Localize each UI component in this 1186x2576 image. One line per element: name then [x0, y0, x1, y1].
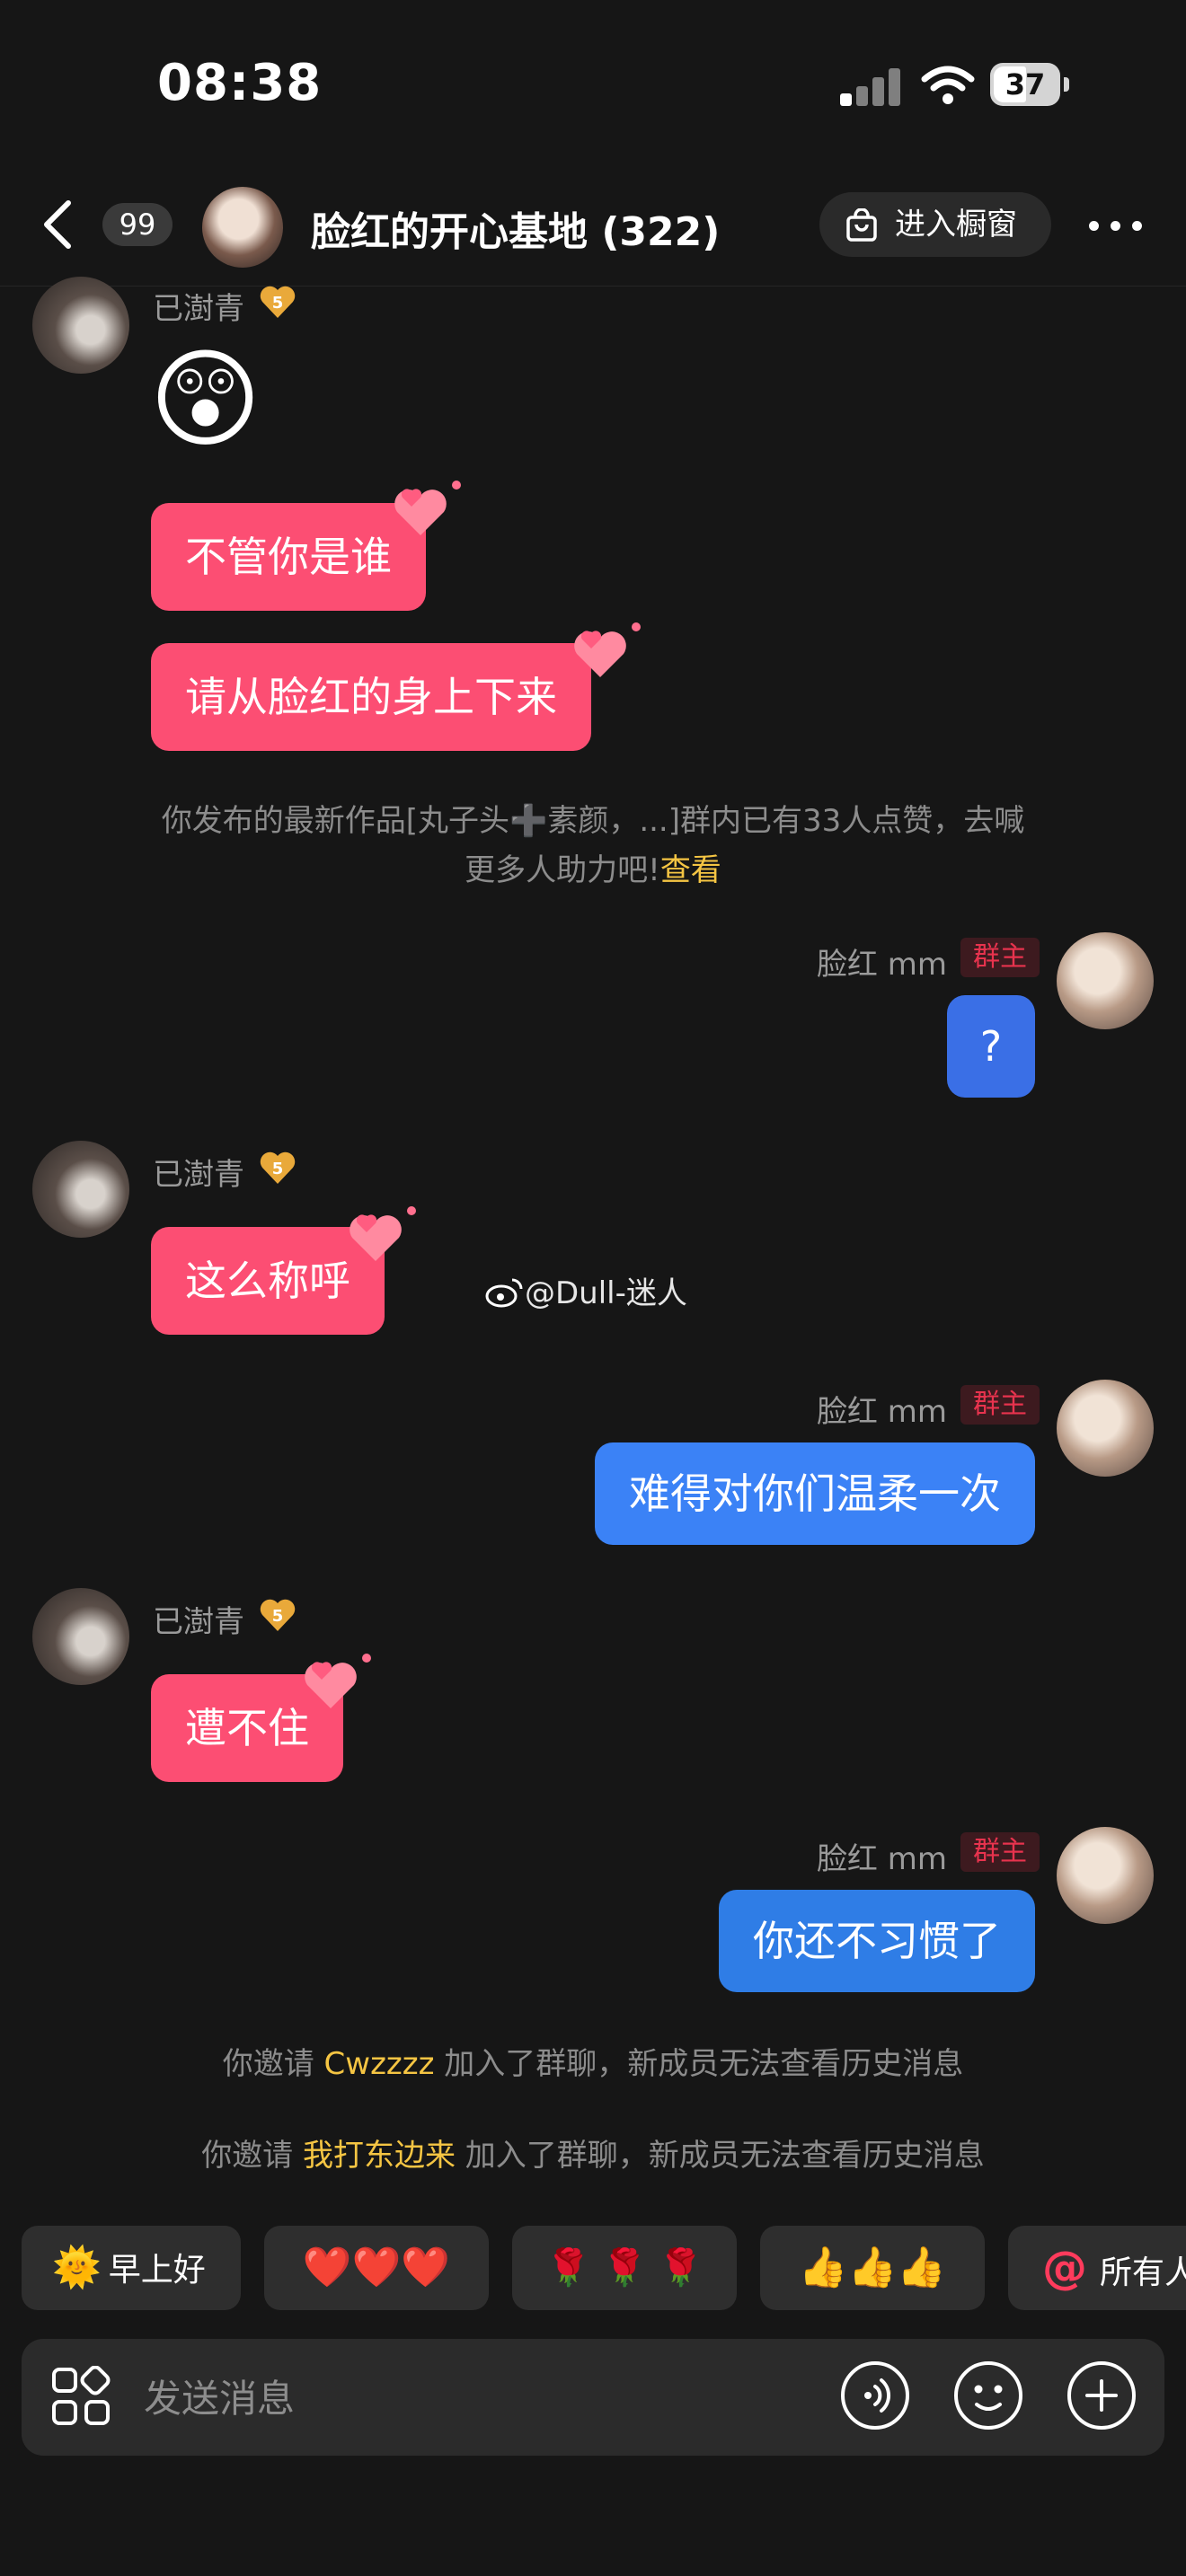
- shop-button-label: 进入橱窗: [895, 207, 1017, 243]
- sender-name: 已澍青: [153, 1604, 244, 1640]
- level-number: 5: [272, 1160, 284, 1178]
- system-notice: 你发布的最新作品[丸子头➕素颜，...]群内已有33人点赞，去喊 更多人助力吧!…: [0, 796, 1186, 889]
- message-input[interactable]: [142, 2368, 810, 2429]
- owner-tag: 群主: [960, 938, 1040, 977]
- heart-reaction-icon: [394, 481, 461, 535]
- level-heart-icon: 5: [259, 1150, 296, 1186]
- owner-avatar[interactable]: [1057, 932, 1154, 1029]
- level-number: 5: [272, 1607, 284, 1626]
- message-bubble[interactable]: 请从脸红的身上下来: [151, 643, 591, 751]
- quick-reply-mention-all[interactable]: @ 所有人: [1008, 2226, 1186, 2310]
- quick-reply-label: 早上好: [108, 2252, 206, 2289]
- sender-name: 已澍青: [153, 1157, 244, 1193]
- weibo-watermark: @Dull-迷人: [485, 1268, 687, 1312]
- heart-reaction-icon: [574, 622, 641, 677]
- status-time: 08:38: [157, 54, 323, 112]
- sender-avatar[interactable]: [32, 1588, 129, 1685]
- system-notice-line: 更多人助力吧!: [465, 852, 660, 888]
- back-icon[interactable]: [36, 198, 81, 251]
- system-notice-text: 你邀请: [222, 2046, 324, 2082]
- quick-reply-hearts[interactable]: ❤️❤️❤️: [264, 2226, 489, 2310]
- sun-icon: 🌞: [52, 2245, 102, 2290]
- view-link[interactable]: 查看: [660, 852, 721, 888]
- message-bubble[interactable]: 难得对你们温柔一次: [595, 1442, 1035, 1545]
- message-bubble[interactable]: ?: [947, 995, 1035, 1098]
- sender-name: 脸红 mm: [816, 1841, 947, 1877]
- system-notice-text: 你邀请: [201, 2138, 303, 2174]
- heart-reaction-icon: [350, 1206, 416, 1261]
- emoji-message[interactable]: 😲: [149, 338, 261, 463]
- sender-name: 已澍青: [153, 291, 244, 327]
- bag-icon: [846, 208, 877, 242]
- quick-reply-good-morning[interactable]: 🌞 早上好: [22, 2226, 241, 2310]
- invited-user-link[interactable]: Cwzzzz: [324, 2046, 435, 2082]
- voice-icon[interactable]: [839, 2360, 911, 2431]
- weibo-icon: [485, 1278, 523, 1308]
- level-heart-icon: 5: [259, 1597, 296, 1633]
- group-avatar[interactable]: [202, 187, 283, 268]
- system-notice-text: 加入了群聊，新成员无法查看历史消息: [456, 2138, 985, 2174]
- owner-tag: 群主: [960, 1385, 1040, 1425]
- battery-icon: 37: [990, 63, 1071, 108]
- level-number: 5: [272, 294, 284, 313]
- message-bubble[interactable]: 你还不习惯了: [719, 1890, 1035, 1992]
- emoji-icon[interactable]: [952, 2360, 1024, 2431]
- sender-name: 脸红 mm: [816, 1394, 947, 1430]
- apps-icon[interactable]: [50, 2366, 111, 2427]
- cellular-signal-icon: [840, 65, 903, 106]
- quick-reply-label: 所有人: [1100, 2254, 1186, 2291]
- plus-icon[interactable]: [1066, 2360, 1137, 2431]
- system-notice: 你邀请 Cwzzzz 加入了群聊，新成员无法查看历史消息: [0, 2039, 1186, 2083]
- system-notice-text: 加入了群聊，新成员无法查看历史消息: [434, 2046, 964, 2082]
- sender-avatar[interactable]: [32, 1141, 129, 1238]
- sender-avatar[interactable]: [32, 277, 129, 374]
- system-notice: 你邀请 我打东边来 加入了群聊，新成员无法查看历史消息: [0, 2130, 1186, 2175]
- owner-avatar[interactable]: [1057, 1380, 1154, 1477]
- wifi-icon: [921, 66, 975, 104]
- watermark-text: @Dull-迷人: [525, 1275, 687, 1311]
- quick-reply-roses[interactable]: 🌹 🌹 🌹: [512, 2226, 737, 2310]
- unread-count-badge[interactable]: 99: [102, 203, 173, 246]
- heart-reaction-icon: [305, 1654, 371, 1708]
- group-title[interactable]: 脸红的开心基地 (322): [311, 199, 720, 257]
- sender-name: 脸红 mm: [816, 947, 947, 983]
- owner-avatar[interactable]: [1057, 1827, 1154, 1924]
- enter-shop-button[interactable]: 进入橱窗: [819, 192, 1051, 257]
- owner-tag: 群主: [960, 1832, 1040, 1872]
- level-heart-icon: 5: [259, 284, 296, 320]
- quick-reply-thumbs-up[interactable]: 👍👍👍: [760, 2226, 985, 2310]
- system-notice-line: 你发布的最新作品[丸子头➕素颜，...]群内已有33人点赞，去喊: [161, 803, 1025, 839]
- more-icon[interactable]: [1087, 212, 1145, 239]
- invited-user-link[interactable]: 我打东边来: [303, 2138, 456, 2174]
- battery-level: 37: [1005, 67, 1046, 101]
- at-icon: @: [1042, 2242, 1087, 2294]
